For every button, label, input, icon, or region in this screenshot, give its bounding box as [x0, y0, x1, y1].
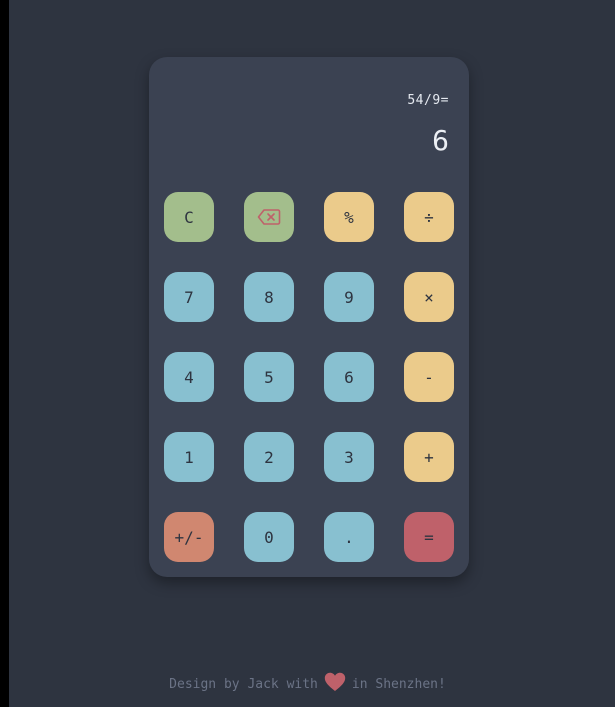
footer-suffix: in Shenzhen! — [351, 677, 446, 692]
digit-7-button[interactable]: 7 — [164, 272, 214, 322]
result-display: 6 — [432, 124, 449, 157]
minus-button[interactable]: - — [404, 352, 454, 402]
left-edge-strip — [0, 0, 9, 707]
clear-button[interactable]: C — [164, 192, 214, 242]
digit-4-button[interactable]: 4 — [164, 352, 214, 402]
digit-0-button[interactable]: 0 — [244, 512, 294, 562]
backspace-button[interactable] — [244, 192, 294, 242]
footer-credit: Design by Jack with in Shenzhen! — [0, 672, 615, 696]
digit-8-button[interactable]: 8 — [244, 272, 294, 322]
calculator-panel: 54/9= 6 C % ÷ 7 8 9 × 4 5 6 - 1 2 3 + +/… — [149, 57, 469, 577]
digit-9-button[interactable]: 9 — [324, 272, 374, 322]
digit-6-button[interactable]: 6 — [324, 352, 374, 402]
negate-button[interactable]: +/- — [164, 512, 214, 562]
divide-button[interactable]: ÷ — [404, 192, 454, 242]
equals-button[interactable]: = — [404, 512, 454, 562]
digit-2-button[interactable]: 2 — [244, 432, 294, 482]
expression-display: 54/9= — [407, 93, 449, 108]
heart-icon — [324, 672, 346, 696]
digit-3-button[interactable]: 3 — [324, 432, 374, 482]
digit-1-button[interactable]: 1 — [164, 432, 214, 482]
decimal-button[interactable]: . — [324, 512, 374, 562]
footer-prefix: Design by Jack with — [169, 677, 318, 692]
plus-button[interactable]: + — [404, 432, 454, 482]
backspace-icon — [257, 209, 281, 225]
percent-button[interactable]: % — [324, 192, 374, 242]
multiply-button[interactable]: × — [404, 272, 454, 322]
digit-5-button[interactable]: 5 — [244, 352, 294, 402]
